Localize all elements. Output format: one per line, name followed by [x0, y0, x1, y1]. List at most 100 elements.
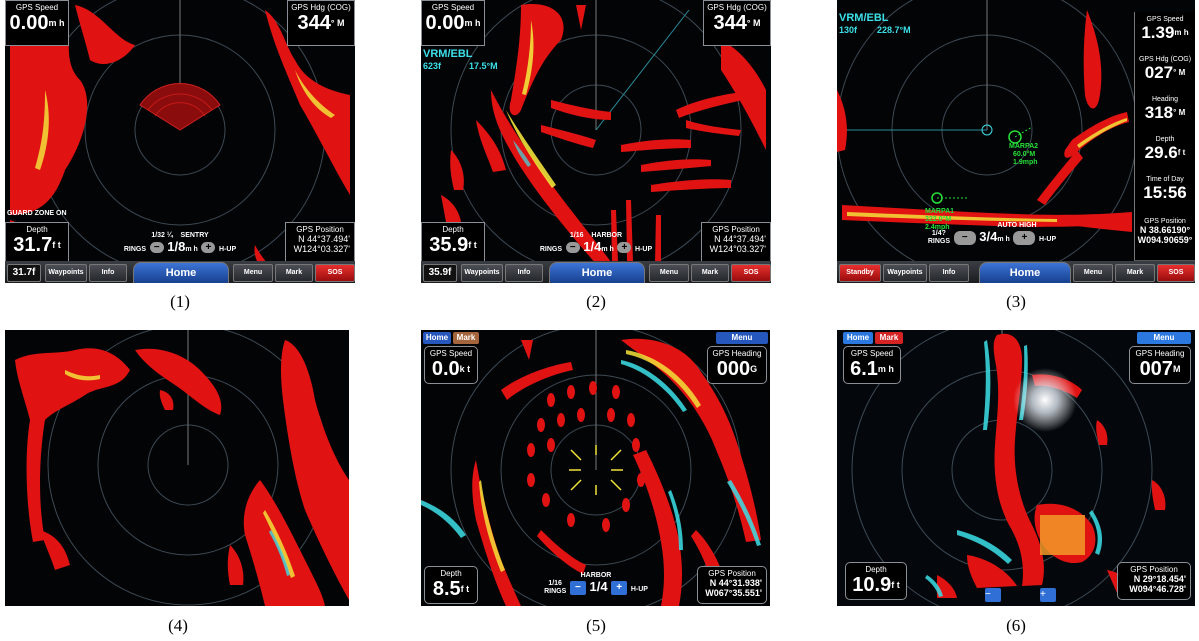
gps-hdg-unit: ° M	[330, 18, 345, 28]
sidebox-gps-hdg[interactable]: GPS Hdg (COG) 027° M	[1134, 52, 1195, 93]
range-unit: m h	[185, 246, 198, 253]
depth-button[interactable]: 35.9f	[423, 264, 457, 282]
gps-heading-box[interactable]: GPS Heading 000G	[707, 346, 767, 384]
home-button[interactable]: Home	[549, 262, 645, 283]
rings-value: 1/16	[569, 232, 584, 239]
waypoints-button[interactable]: Waypoints	[883, 264, 927, 282]
gps-speed-box[interactable]: GPS Speed 6.1m h	[843, 346, 901, 384]
depth-button[interactable]: 31.7f	[7, 264, 41, 282]
sidebox-unit: f t	[1177, 148, 1186, 157]
caption-3: (3)	[1006, 292, 1026, 311]
depth-label: Depth	[865, 565, 887, 574]
waypoints-button[interactable]: Waypoints	[461, 264, 503, 282]
depth-box[interactable]: Depth 10.9f t	[845, 562, 907, 600]
gps-hdg-value: 344	[713, 12, 747, 34]
sidebox-heading[interactable]: Heading 318° M	[1134, 92, 1195, 133]
orientation: H-UP	[1039, 236, 1057, 243]
gps-position-lon: W094°46.728'	[1129, 584, 1186, 594]
range-value: 1/4	[583, 239, 602, 254]
range-minus-button[interactable]: −	[149, 242, 164, 254]
sidebox-label: GPS Hdg (COG)	[1138, 56, 1192, 63]
gps-speed-unit: k t	[459, 364, 471, 374]
range-minus-button[interactable]: −	[569, 580, 586, 595]
mark-button[interactable]: Mark	[875, 332, 903, 344]
home-button[interactable]: Home	[423, 332, 451, 344]
sos-button[interactable]: SOS	[1157, 264, 1195, 282]
info-button[interactable]: Info	[929, 264, 969, 282]
range-minus-button[interactable]: −	[565, 242, 580, 254]
guard-zone-status: GUARD ZONE ON	[7, 210, 67, 217]
gps-speed-box[interactable]: GPS Speed 0.0k t	[424, 346, 478, 384]
sidebox-time[interactable]: Time of Day 15:56	[1134, 172, 1195, 215]
orientation: H-UP	[219, 246, 237, 253]
range-minus-button[interactable]: −	[985, 588, 1001, 602]
gps-position-lat: N 29°18.454'	[1133, 574, 1186, 584]
sos-button[interactable]: SOS	[315, 264, 355, 282]
menu-button[interactable]: Menu	[716, 332, 768, 344]
range-plus-button[interactable]: +	[1013, 230, 1036, 245]
gps-position-lat: N 38.66190°	[1139, 225, 1191, 235]
range-plus-button[interactable]: +	[611, 580, 628, 595]
gps-hdg-unit: ° M	[746, 18, 761, 28]
range-plus-button[interactable]: +	[201, 242, 216, 254]
marpa1-name: MARPA1	[925, 208, 955, 215]
sidebox-gps-speed[interactable]: GPS Speed 1.39m h	[1134, 12, 1195, 53]
sidebox-value: 318	[1144, 103, 1174, 122]
mark-button[interactable]: Mark	[275, 264, 313, 282]
gps-speed-box[interactable]: GPS Speed 0.00m h	[5, 0, 69, 46]
vrm-ebl-title: VRM/EBL	[423, 48, 473, 60]
menu-button[interactable]: Menu	[649, 264, 689, 282]
range-value: 1/4	[589, 579, 608, 594]
caption-4: (4)	[168, 616, 188, 635]
rings-label: RINGS	[544, 587, 567, 595]
depth-value: 10.9	[852, 574, 892, 596]
rings-label: RINGS	[539, 246, 562, 253]
gps-speed-box[interactable]: GPS Speed 0.00m h	[421, 0, 485, 46]
info-button[interactable]: Info	[505, 264, 543, 282]
home-button[interactable]: Home	[133, 262, 229, 283]
gps-hdg-box[interactable]: GPS Hdg (COG) 344° M	[703, 0, 771, 46]
gps-heading-unit: G	[750, 364, 758, 374]
depth-box[interactable]: Depth 8.5f t	[424, 566, 478, 604]
home-button[interactable]: Home	[979, 262, 1071, 283]
mark-button[interactable]: Mark	[453, 332, 479, 344]
mark-button[interactable]: Mark	[1115, 264, 1155, 282]
range-plus-button[interactable]: +	[1040, 588, 1056, 602]
gps-position-lat: N 44°31.938'	[709, 578, 762, 588]
standby-button[interactable]: Standby	[839, 264, 881, 282]
home-button[interactable]: Home	[843, 332, 873, 344]
caption-1: (1)	[170, 292, 190, 311]
gps-heading-box[interactable]: GPS Heading 007M	[1129, 346, 1191, 384]
gps-position-box[interactable]: GPS Position N 44°37.494' W124°03.327'	[285, 222, 355, 262]
gps-speed-unit: m h	[877, 364, 894, 374]
mark-button[interactable]: Mark	[691, 264, 729, 282]
gps-position-label: GPS Position	[296, 225, 344, 234]
depth-box[interactable]: Depth 31.7f t	[5, 222, 69, 262]
gps-position-lon: W067°35.551'	[705, 588, 762, 598]
sidebox-value: 027	[1144, 63, 1174, 82]
sidebox-depth[interactable]: Depth 29.6f t	[1134, 132, 1195, 173]
info-button[interactable]: Info	[89, 264, 127, 282]
menu-button[interactable]: Menu	[1073, 264, 1113, 282]
depth-box[interactable]: Depth 35.9f t	[421, 222, 485, 262]
menu-button[interactable]: Menu	[1137, 332, 1191, 344]
gps-hdg-box[interactable]: GPS Hdg (COG) 344° M	[287, 0, 355, 46]
sidebox-label: GPS Speed	[1146, 16, 1184, 23]
radar-mode: AUTO HIGH	[997, 222, 1037, 229]
range-minus-button[interactable]: −	[953, 230, 976, 245]
menu-button[interactable]: Menu	[233, 264, 273, 282]
gps-position-box[interactable]: GPS Position N 44°31.938' W067°35.551'	[697, 566, 767, 604]
bottom-softkey-bar: 31.7f Waypoints Info Home Menu Mark SOS	[5, 261, 355, 283]
gps-position-lat: N 44°37.494'	[714, 234, 766, 244]
radar-mode: HARBOR	[591, 232, 623, 239]
gps-position-box[interactable]: GPS Position N 44°37.494' W124°03.327'	[701, 222, 771, 262]
gps-position-box[interactable]: GPS Position N 29°18.454' W094°46.728'	[1117, 562, 1191, 600]
range-plus-button[interactable]: +	[617, 242, 632, 254]
sos-button[interactable]: SOS	[731, 264, 771, 282]
bottom-softkey-bar: Standby Waypoints Info Home Menu Mark SO…	[837, 261, 1195, 283]
range-control: AUTO HIGH 1/4? RINGS − 3/4m h + H-UP	[917, 222, 1067, 246]
waypoints-button[interactable]: Waypoints	[45, 264, 87, 282]
sidebox-gps-position[interactable]: GPS Position N 38.66190° W094.90659°	[1134, 214, 1195, 261]
gps-speed-unit: m h	[48, 18, 65, 28]
radar-screen-6: Home Mark Menu GPS Speed 6.1m h GPS Head…	[837, 330, 1195, 606]
